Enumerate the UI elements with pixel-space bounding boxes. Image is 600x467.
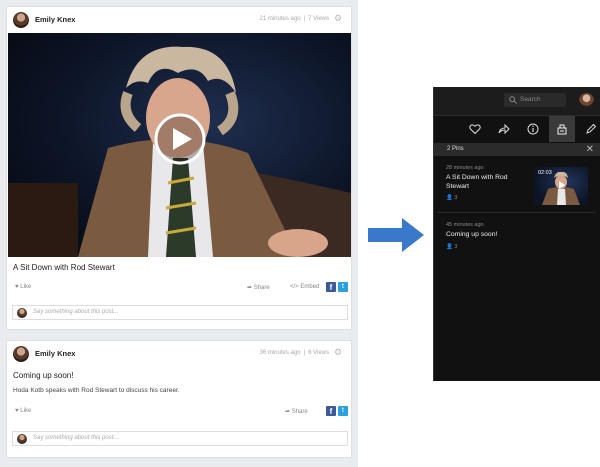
post-title: A Sit Down with Rod Stewart bbox=[13, 263, 115, 272]
video-player[interactable] bbox=[8, 33, 351, 257]
gear-icon[interactable]: ⚙ bbox=[334, 347, 344, 357]
avatar[interactable] bbox=[13, 12, 29, 28]
post-meta: 36 minutes ago | 6 Views bbox=[260, 350, 330, 356]
share-label: Share bbox=[291, 409, 308, 415]
user-icon: 👤 bbox=[446, 195, 453, 201]
embed-button[interactable]: </> Embed bbox=[290, 284, 319, 290]
pin-item[interactable]: 45 minutes ago Coming up soon! 👤 3 bbox=[446, 222, 600, 250]
post-actions: ♥ Like ➦ Share </> Embed f t bbox=[7, 282, 351, 296]
pin-icon[interactable] bbox=[549, 116, 575, 142]
post-meta: 21 minutes ago | 7 Views bbox=[260, 16, 330, 22]
pins-header: 2 Pins ✕ bbox=[434, 143, 600, 156]
post-card: Emily Knex 36 minutes ago | 6 Views ⚙ Comi… bbox=[6, 340, 352, 458]
pin-viewers: 👤 3 bbox=[446, 244, 600, 250]
facebook-share-icon[interactable]: f bbox=[326, 282, 336, 292]
pin-viewer-count: 3 bbox=[454, 195, 458, 201]
twitter-share-icon[interactable]: t bbox=[338, 406, 348, 416]
avatar[interactable] bbox=[13, 346, 29, 362]
heart-icon: ♥ bbox=[15, 408, 19, 414]
like-button[interactable]: ♥ Like bbox=[15, 284, 31, 290]
panel-toolbar bbox=[434, 116, 600, 142]
panel-topbar: Search bbox=[434, 87, 600, 116]
search-placeholder: Search bbox=[520, 96, 541, 103]
info-icon[interactable] bbox=[520, 116, 546, 142]
share-icon: ➦ bbox=[285, 409, 291, 415]
video-thumbnail bbox=[8, 46, 351, 257]
pin-title: A Sit Down with Rod Stewart bbox=[446, 174, 508, 190]
arrow-right-icon bbox=[368, 218, 424, 252]
post-title: Coming up soon! bbox=[13, 371, 74, 380]
heart-icon: ♥ bbox=[15, 284, 19, 290]
comment-input[interactable]: Say something about this post... bbox=[33, 309, 118, 315]
like-button[interactable]: ♥ Like bbox=[15, 408, 31, 414]
comment-box[interactable]: Say something about this post... bbox=[12, 431, 348, 446]
author-name[interactable]: Emily Knex bbox=[35, 349, 75, 358]
post-feed: Emily Knex 21 minutes ago | 7 Views ⚙ A … bbox=[0, 0, 358, 467]
post-views: 7 Views bbox=[308, 16, 329, 22]
post-time: 21 minutes ago bbox=[259, 16, 301, 22]
pin-time: 45 minutes ago bbox=[446, 222, 484, 228]
video-duration: 02:03 bbox=[538, 170, 552, 176]
pin-title: Coming up soon! bbox=[446, 231, 498, 238]
avatar[interactable] bbox=[579, 93, 594, 108]
share-icon: ➦ bbox=[247, 285, 253, 291]
pins-count: 2 Pins bbox=[447, 146, 464, 152]
pin-video-thumbnail[interactable]: 02:03 bbox=[534, 167, 588, 205]
share-button[interactable]: ➦ Share bbox=[285, 408, 308, 415]
avatar bbox=[17, 308, 27, 318]
share-label: Share bbox=[253, 285, 270, 291]
post-text: Hoda Kotb speaks with Rod Stewart to dis… bbox=[13, 387, 180, 394]
divider bbox=[438, 212, 596, 213]
meta-separator: | bbox=[303, 16, 306, 22]
gear-icon[interactable]: ⚙ bbox=[334, 13, 344, 23]
close-icon[interactable]: ✕ bbox=[586, 143, 594, 156]
heart-icon[interactable] bbox=[462, 116, 488, 142]
author-name[interactable]: Emily Knex bbox=[35, 15, 75, 24]
facebook-share-icon[interactable]: f bbox=[326, 406, 336, 416]
pencil-icon[interactable] bbox=[578, 116, 600, 142]
post-time: 36 minutes ago bbox=[259, 350, 301, 356]
post-actions: ♥ Like ➦ Share f t bbox=[7, 406, 351, 420]
post-card: Emily Knex 21 minutes ago | 7 Views ⚙ A … bbox=[6, 6, 352, 330]
search-input[interactable]: Search bbox=[504, 93, 566, 107]
share-icon[interactable] bbox=[491, 116, 517, 142]
like-label: Like bbox=[20, 408, 32, 414]
meta-separator: | bbox=[303, 350, 306, 356]
twitter-share-icon[interactable]: t bbox=[338, 282, 348, 292]
pins-panel: Search 2 Pins ✕ 28 minutes ago A Sit Dow… bbox=[433, 87, 600, 381]
pin-viewer-count: 3 bbox=[454, 243, 458, 250]
post-header: Emily Knex 36 minutes ago | 6 Views ⚙ bbox=[7, 341, 351, 367]
embed-label: Embed bbox=[300, 284, 320, 290]
share-button[interactable]: ➦ Share bbox=[247, 284, 270, 291]
comment-input[interactable]: Say something about this post... bbox=[33, 435, 118, 441]
comment-box[interactable]: Say something about this post... bbox=[12, 305, 348, 320]
code-icon: </> bbox=[290, 284, 299, 290]
post-header: Emily Knex 21 minutes ago | 7 Views ⚙ bbox=[7, 7, 351, 33]
avatar bbox=[17, 434, 27, 444]
search-icon bbox=[509, 96, 517, 104]
like-label: Like bbox=[20, 284, 32, 290]
post-views: 6 Views bbox=[308, 350, 329, 356]
user-icon: 👤 bbox=[446, 243, 453, 250]
